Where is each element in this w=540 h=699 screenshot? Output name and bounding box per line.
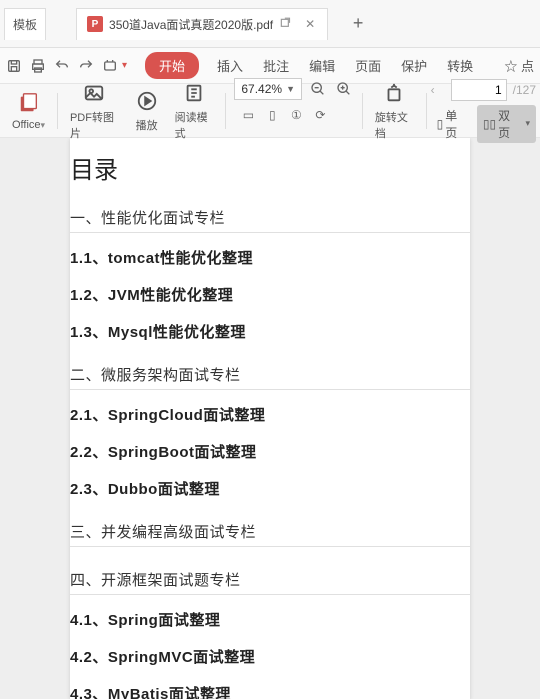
close-icon[interactable]: ✕ <box>303 17 317 31</box>
pdf-to-image-label: PDF转图片 <box>70 109 119 141</box>
read-mode-label: 阅读模式 <box>175 109 214 141</box>
page-prev-button[interactable]: ‹ <box>431 83 445 97</box>
rotate-icon <box>382 81 406 105</box>
pdf-icon: P <box>87 16 103 32</box>
double-page-button[interactable]: ▯▯ 双页▾ <box>477 105 536 143</box>
read-mode-icon <box>182 81 206 105</box>
view-options-grid: ▭ ▯ ① ⟳ <box>240 106 348 144</box>
tab-template[interactable]: 模板 <box>4 8 46 40</box>
menu-dots-label: 点 <box>521 59 534 74</box>
chevron-down-icon: ▼ <box>286 84 295 94</box>
screenshot-icon[interactable] <box>100 56 120 76</box>
toc-item: 1.2、JVM性能优化整理 <box>70 284 470 305</box>
pdf-page: 目录 一、性能优化面试专栏 1.1、tomcat性能优化整理 1.2、JVM性能… <box>70 138 470 699</box>
single-page-button[interactable]: ▯ 单页 <box>431 105 475 143</box>
zoom-out-icon[interactable] <box>308 79 328 99</box>
office-button[interactable]: Office▾ <box>4 91 53 131</box>
page-input[interactable] <box>451 79 507 101</box>
redo-icon[interactable] <box>76 56 96 76</box>
actual-size-icon[interactable]: ① <box>288 107 304 123</box>
document-viewport[interactable]: 目录 一、性能优化面试专栏 1.1、tomcat性能优化整理 1.2、JVM性能… <box>0 138 540 699</box>
toc-item: 4.1、Spring面试整理 <box>70 609 470 630</box>
menu-dots[interactable]: ☆ 点 <box>502 56 536 75</box>
play-button[interactable]: 播放 <box>127 89 167 133</box>
play-label: 播放 <box>136 117 158 133</box>
fit-width-icon[interactable]: ▭ <box>240 107 256 123</box>
print-icon[interactable] <box>28 56 48 76</box>
page-total: /127 <box>513 83 536 97</box>
office-label: Office▾ <box>12 119 45 131</box>
single-page-label: 单页 <box>445 107 469 141</box>
zoom-value: 67.42% <box>241 82 282 96</box>
add-tab-button[interactable]: + <box>348 14 368 34</box>
tab-title: 350道Java面试真题2020版.pdf <box>109 16 273 33</box>
double-page-label: 双页 <box>498 107 521 141</box>
menu-annotate[interactable]: 批注 <box>255 56 297 75</box>
undo-icon[interactable] <box>52 56 72 76</box>
toolbar: Office▾ PDF转图片 播放 阅读模式 67.42% ▼ ▭ ▯ ① ⟳ 旋… <box>0 84 540 138</box>
rotate-button[interactable]: 旋转文档 <box>367 81 422 141</box>
toc-item: 2.1、SpringCloud面试整理 <box>70 404 470 425</box>
fit-page-icon[interactable]: ▯ <box>264 107 280 123</box>
toc-section-2: 二、微服务架构面试专栏 <box>70 364 470 390</box>
refresh-icon[interactable]: ⟳ <box>312 107 328 123</box>
toc-item: 4.2、SpringMVC面试整理 <box>70 646 470 667</box>
zoom-in-icon[interactable] <box>334 79 354 99</box>
zoom-select[interactable]: 67.42% ▼ <box>234 78 302 100</box>
rotate-label: 旋转文档 <box>375 109 414 141</box>
toc-item: 4.3、MyBatis面试整理 <box>70 683 470 699</box>
toc-title: 目录 <box>70 150 470 185</box>
toc-section-1: 一、性能优化面试专栏 <box>70 207 470 233</box>
save-icon[interactable] <box>4 56 24 76</box>
tab-active[interactable]: P 350道Java面试真题2020版.pdf ✕ <box>76 8 328 40</box>
toc-item: 2.3、Dubbo面试整理 <box>70 478 470 499</box>
menu-page[interactable]: 页面 <box>347 56 389 75</box>
toc-section-4: 四、开源框架面试题专栏 <box>70 569 470 595</box>
toc-item: 1.3、Mysql性能优化整理 <box>70 321 470 342</box>
dropdown-icon[interactable]: ▾ <box>122 60 127 71</box>
office-icon <box>17 91 41 115</box>
menu-insert[interactable]: 插入 <box>209 56 251 75</box>
toc-item: 1.1、tomcat性能优化整理 <box>70 247 470 268</box>
pdf-to-image-button[interactable]: PDF转图片 <box>62 81 127 141</box>
toc-section-3: 三、并发编程高级面试专栏 <box>70 521 470 547</box>
menu-edit[interactable]: 编辑 <box>301 56 343 75</box>
play-icon <box>135 89 159 113</box>
read-mode-button[interactable]: 阅读模式 <box>167 81 222 141</box>
menu-convert[interactable]: 转换 <box>439 56 481 75</box>
image-icon <box>82 81 106 105</box>
menu-protect[interactable]: 保护 <box>393 56 435 75</box>
titlebar: 模板 P 350道Java面试真题2020版.pdf ✕ + <box>0 0 540 48</box>
toc-item: 2.2、SpringBoot面试整理 <box>70 441 470 462</box>
start-button[interactable]: 开始 <box>145 52 199 79</box>
external-icon[interactable] <box>279 17 293 31</box>
